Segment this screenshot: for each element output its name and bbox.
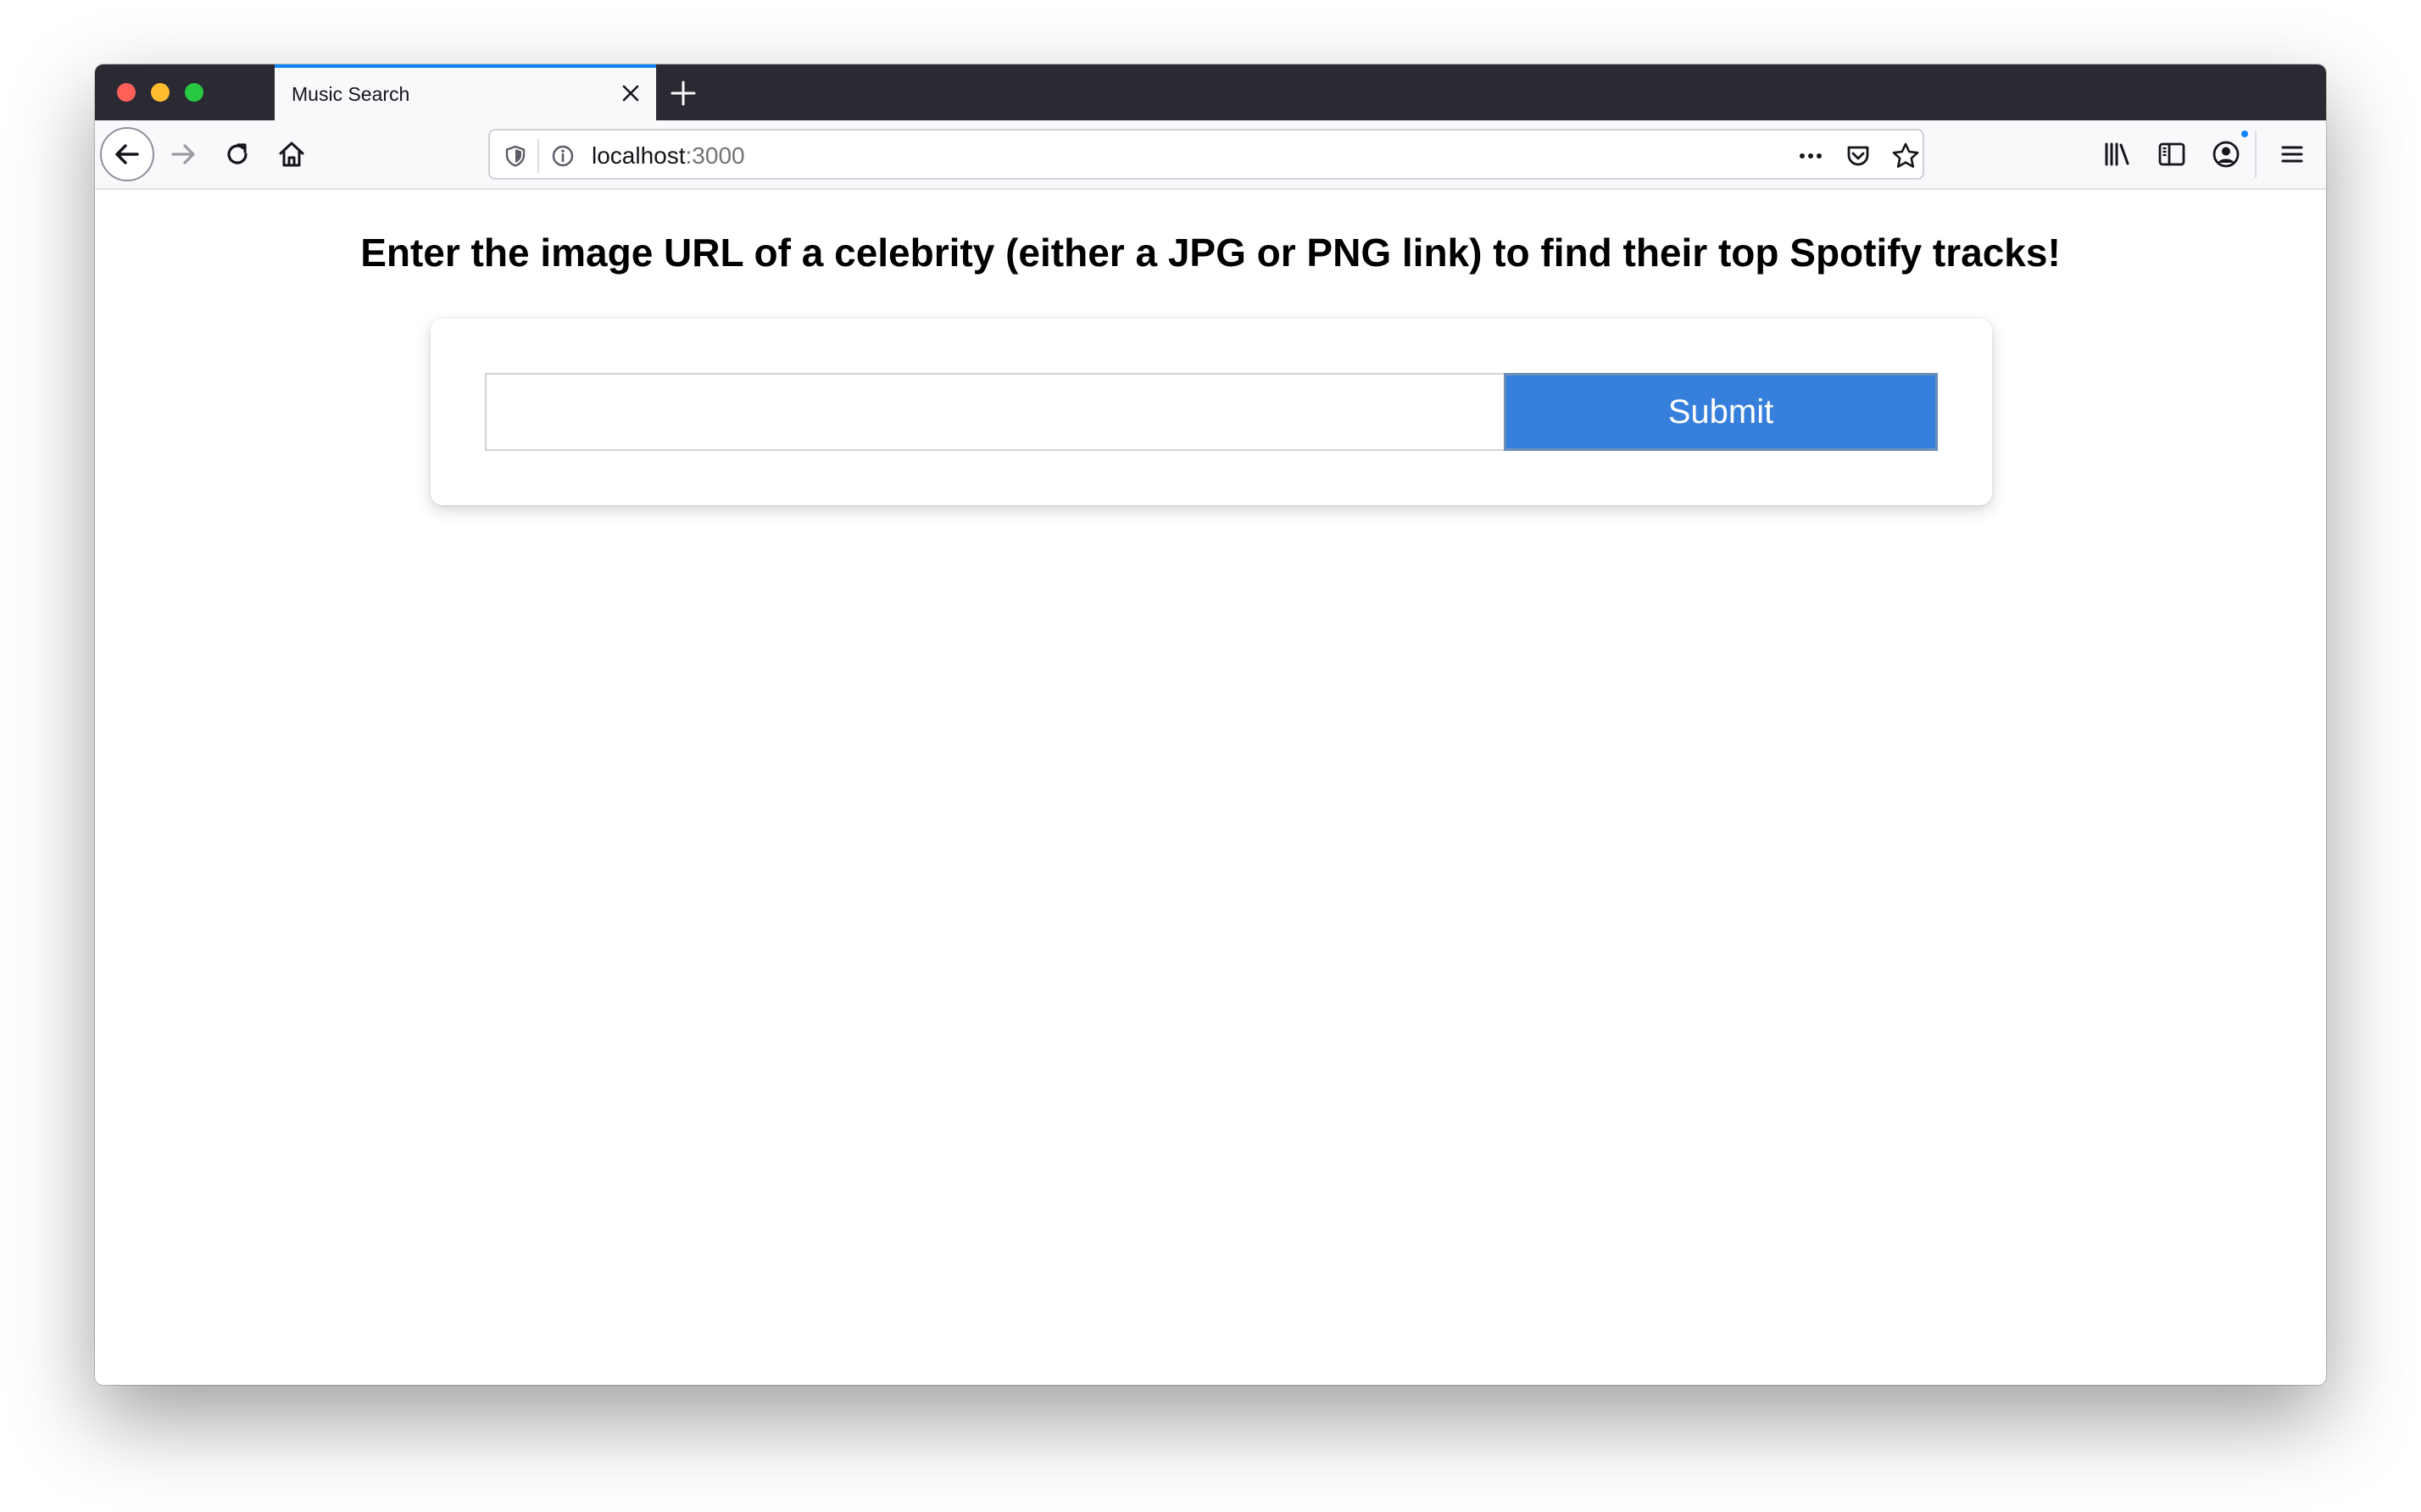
page-content: Enter the image URL of a celebrity (eith… — [95, 190, 2326, 1385]
tab-bar: Music Search — [95, 64, 2326, 120]
info-icon[interactable] — [548, 141, 578, 171]
toolbar-separator — [2255, 131, 2257, 178]
url-port: :3000 — [685, 142, 745, 169]
star-icon[interactable] — [1890, 141, 1921, 171]
url-text[interactable]: localhost:3000 — [592, 142, 745, 170]
back-arrow-icon[interactable] — [100, 127, 154, 181]
shield-icon[interactable] — [500, 141, 531, 171]
minimize-window-button[interactable] — [151, 83, 170, 102]
url-separator — [537, 139, 539, 173]
close-icon[interactable] — [617, 80, 644, 107]
sidebar-icon[interactable] — [2145, 127, 2199, 181]
browser-window: Music Search localhost:3000 Enter the im… — [95, 64, 2326, 1385]
more-dots-icon[interactable] — [1795, 141, 1826, 171]
url-host: localhost — [592, 142, 686, 169]
home-icon[interactable] — [264, 127, 319, 181]
reload-icon[interactable] — [210, 127, 264, 181]
maximize-window-button[interactable] — [185, 83, 203, 102]
account-icon[interactable] — [2199, 127, 2253, 181]
submit-button[interactable]: Submit — [1504, 373, 1938, 451]
library-icon[interactable] — [2090, 127, 2145, 181]
menu-icon[interactable] — [2265, 127, 2319, 181]
image-url-input[interactable] — [485, 373, 1505, 451]
search-card: Submit — [431, 319, 1992, 505]
forward-arrow-icon[interactable] — [156, 127, 210, 181]
plus-icon[interactable] — [666, 76, 700, 110]
tab-title: Music Search — [292, 83, 410, 105]
page-heading: Enter the image URL of a celebrity (eith… — [360, 231, 2061, 275]
notification-dot — [2240, 129, 2250, 139]
navigation-toolbar: localhost:3000 — [95, 120, 2326, 190]
close-window-button[interactable] — [117, 83, 136, 102]
pocket-icon[interactable] — [1843, 141, 1873, 171]
url-bar[interactable]: localhost:3000 — [488, 129, 1924, 180]
tab-music-search[interactable]: Music Search — [275, 64, 656, 120]
